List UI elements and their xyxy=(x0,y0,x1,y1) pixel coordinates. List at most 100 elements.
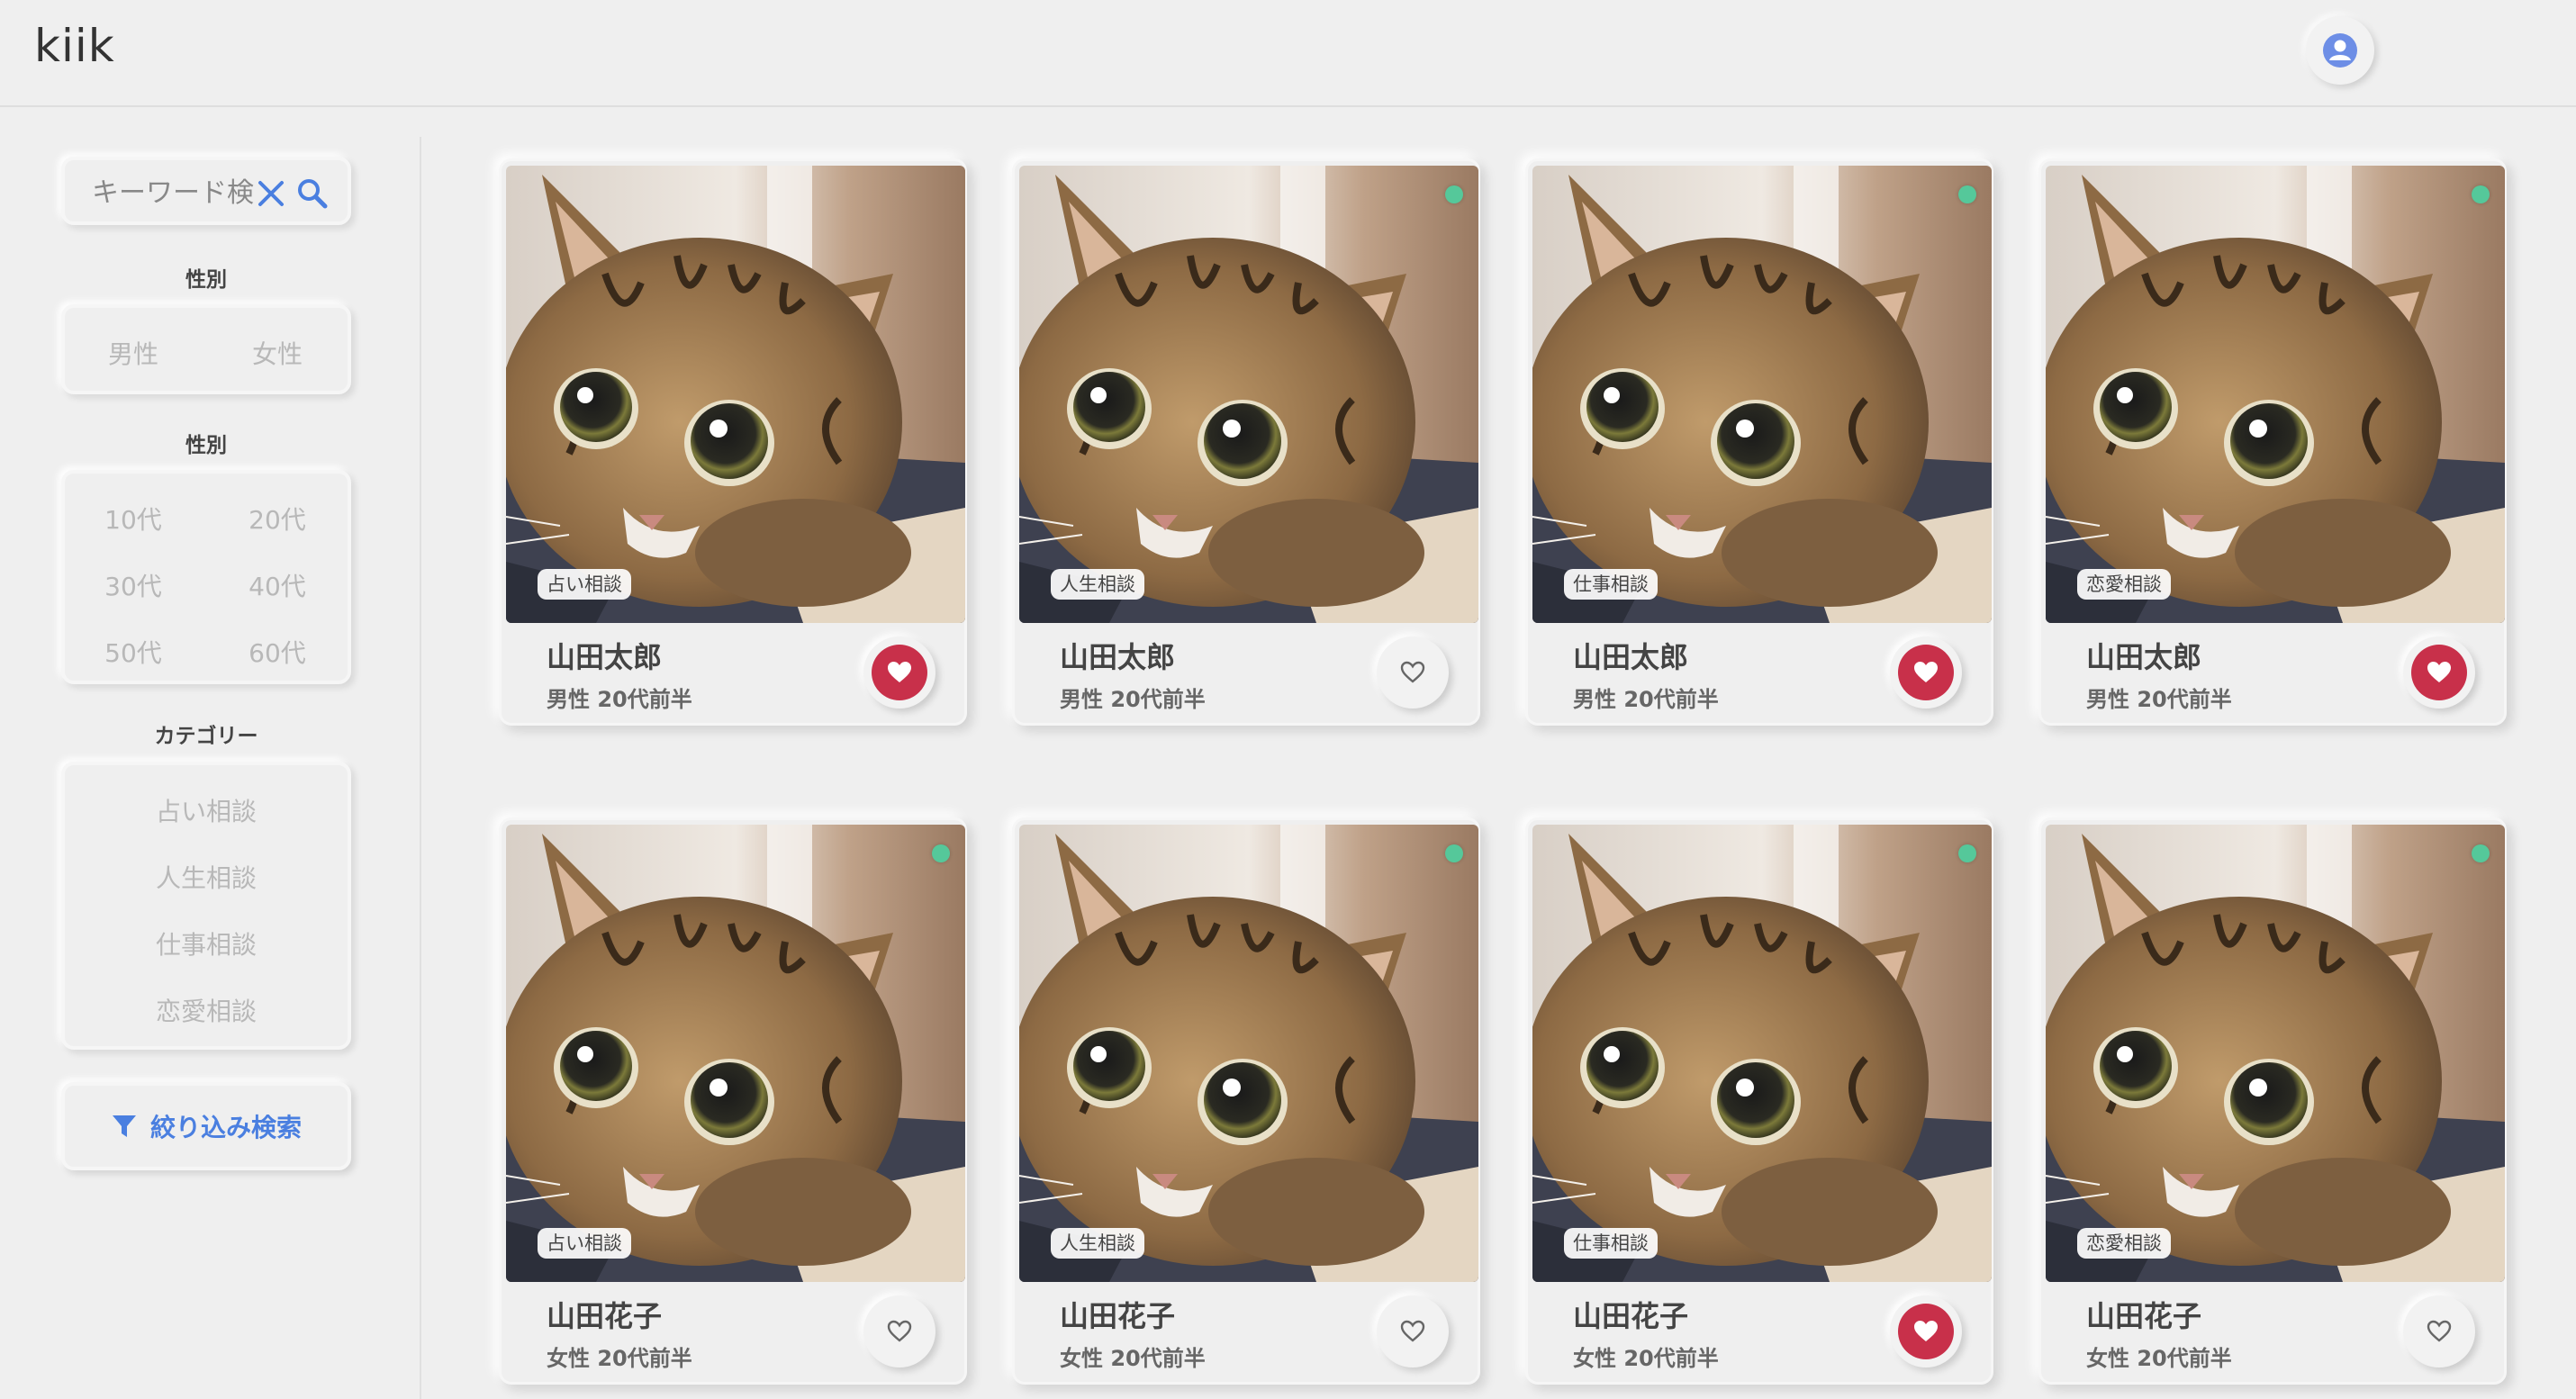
filter-search-label: 絞り込み検索 xyxy=(149,1113,302,1142)
counselor-meta: 男性 20代前半 xyxy=(2086,687,2232,712)
favorite-button[interactable] xyxy=(863,1295,935,1367)
category-badge: 占い相談 xyxy=(538,1228,631,1259)
counselor-name: 山田太郎 xyxy=(547,640,663,674)
category-badge: 人生相談 xyxy=(1051,1228,1144,1259)
counselor-meta: 男性 20代前半 xyxy=(547,687,692,712)
age-option-60s[interactable]: 60代 xyxy=(214,634,340,670)
counselor-name: 山田太郎 xyxy=(1573,640,1689,674)
account-button[interactable] xyxy=(2306,16,2374,85)
online-status-dot xyxy=(2472,185,2490,203)
gender-label: 性別 xyxy=(185,268,227,292)
sidebar-divider xyxy=(420,137,421,1399)
age-option-30s[interactable]: 30代 xyxy=(70,567,196,603)
counselor-photo[interactable]: 仕事相談 xyxy=(1532,166,1992,623)
counselor-photo[interactable]: 仕事相談 xyxy=(1532,825,1992,1282)
category-option-love[interactable]: 恋愛相談 xyxy=(65,992,348,1028)
favorite-button[interactable] xyxy=(1377,1295,1449,1367)
category-option-life[interactable]: 人生相談 xyxy=(65,859,348,895)
cat-photo xyxy=(1019,166,1478,623)
heart-filled-icon xyxy=(2427,662,2451,682)
counselor-meta: 男性 20代前半 xyxy=(1573,687,1719,712)
counselor-meta: 女性 20代前半 xyxy=(1573,1346,1719,1371)
age-option-20s[interactable]: 20代 xyxy=(214,501,340,537)
age-filter: 10代 20代 30代 40代 50代 60代 xyxy=(61,470,351,684)
gender-option-female[interactable]: 女性 xyxy=(214,335,340,371)
user-icon xyxy=(2323,33,2357,68)
counselor-card[interactable]: 人生相談山田太郎男性 20代前半 xyxy=(1012,158,1480,726)
age-option-50s[interactable]: 50代 xyxy=(70,634,196,670)
counselor-photo[interactable]: 恋愛相談 xyxy=(2046,166,2505,623)
favorite-button-inner xyxy=(1385,645,1441,700)
counselor-card[interactable]: 占い相談山田花子女性 20代前半 xyxy=(499,817,967,1385)
counselor-card[interactable]: 恋愛相談 山田花子 女性 20代前半 xyxy=(2038,817,2507,1385)
counselor-photo[interactable]: 人生相談 xyxy=(1019,166,1478,623)
category-badge: 仕事相談 xyxy=(1564,569,1658,600)
search-input[interactable] xyxy=(92,173,254,212)
counselor-card[interactable]: 恋愛相談山田太郎男性 20代前半 xyxy=(2038,158,2507,726)
favorite-button-inner xyxy=(872,645,927,700)
favorite-button[interactable] xyxy=(2403,1295,2475,1367)
category-option-work[interactable]: 仕事相談 xyxy=(65,925,348,961)
heart-outline-icon xyxy=(2427,1320,2452,1342)
search-icon[interactable] xyxy=(295,176,330,211)
cat-photo xyxy=(506,166,965,623)
favorite-button[interactable] xyxy=(2403,636,2475,709)
filter-search-button[interactable]: 絞り込み検索 xyxy=(61,1082,351,1170)
online-status-dot xyxy=(932,844,950,862)
counselor-name: 山田花子 xyxy=(1060,1299,1176,1333)
cat-photo xyxy=(2046,166,2505,623)
category-badge: 恋愛相談 xyxy=(2077,1228,2171,1259)
logo[interactable]: kiik xyxy=(34,20,115,72)
favorite-button-inner xyxy=(872,1304,927,1359)
counselor-name: 山田花子 xyxy=(547,1299,663,1333)
favorite-button[interactable] xyxy=(1890,636,1962,709)
counselor-name: 山田太郎 xyxy=(1060,640,1176,674)
counselor-meta: 男性 20代前半 xyxy=(1060,687,1206,712)
counselor-card[interactable]: 仕事相談山田花子女性 20代前半 xyxy=(1525,817,1993,1385)
online-status-dot xyxy=(1958,185,1976,203)
counselor-meta: 女性 20代前半 xyxy=(547,1346,692,1371)
age-option-40s[interactable]: 40代 xyxy=(214,567,340,603)
online-status-dot xyxy=(1445,185,1463,203)
gender-option-male[interactable]: 男性 xyxy=(70,335,196,371)
counselor-name: 山田花子 xyxy=(1573,1299,1689,1333)
cat-photo xyxy=(2046,825,2505,1282)
online-status-dot xyxy=(1958,844,1976,862)
favorite-button[interactable] xyxy=(863,636,935,709)
counselor-photo[interactable]: 占い相談 xyxy=(506,825,965,1282)
heart-filled-icon xyxy=(1914,1321,1938,1341)
counselor-card[interactable]: 人生相談 山田花子 女性 20代前半 xyxy=(1012,817,1480,1385)
favorite-button-inner xyxy=(1385,1304,1441,1359)
age-option-10s[interactable]: 10代 xyxy=(70,501,196,537)
counselor-photo[interactable]: 人生相談 xyxy=(1019,825,1478,1282)
clear-icon[interactable] xyxy=(256,178,286,209)
heart-outline-icon xyxy=(887,1320,912,1342)
favorite-button-inner xyxy=(2411,645,2467,700)
cat-photo xyxy=(1019,825,1478,1282)
favorite-button-inner xyxy=(1898,645,1954,700)
counselor-photo[interactable]: 恋愛相談 xyxy=(2046,825,2505,1282)
counselor-meta: 女性 20代前半 xyxy=(2086,1346,2232,1371)
favorite-button[interactable] xyxy=(1377,636,1449,709)
counselor-card[interactable]: 仕事相談山田太郎男性 20代前半 xyxy=(1525,158,1993,726)
favorite-button-inner xyxy=(1898,1304,1954,1359)
cat-photo xyxy=(1532,825,1992,1282)
search-box xyxy=(61,157,351,225)
heart-filled-icon xyxy=(1914,662,1938,682)
header: kiik xyxy=(0,0,2576,107)
category-badge: 恋愛相談 xyxy=(2077,569,2171,600)
category-option-fortune[interactable]: 占い相談 xyxy=(65,792,348,828)
cat-photo xyxy=(1532,166,1992,623)
online-status-dot xyxy=(2472,844,2490,862)
heart-filled-icon xyxy=(888,662,911,682)
favorite-button[interactable] xyxy=(1890,1295,1962,1367)
age-label: 性別 xyxy=(185,434,227,457)
counselor-card[interactable]: 占い相談山田太郎男性 20代前半 xyxy=(499,158,967,726)
category-badge: 仕事相談 xyxy=(1564,1228,1658,1259)
counselor-photo[interactable]: 占い相談 xyxy=(506,166,965,623)
category-label: カテゴリー xyxy=(154,725,258,748)
gender-filter: 男性 女性 xyxy=(61,304,351,394)
category-filter: 占い相談 人生相談 仕事相談 恋愛相談 xyxy=(61,762,351,1050)
counselor-name: 山田太郎 xyxy=(2086,640,2202,674)
heart-outline-icon xyxy=(1400,1320,1425,1342)
